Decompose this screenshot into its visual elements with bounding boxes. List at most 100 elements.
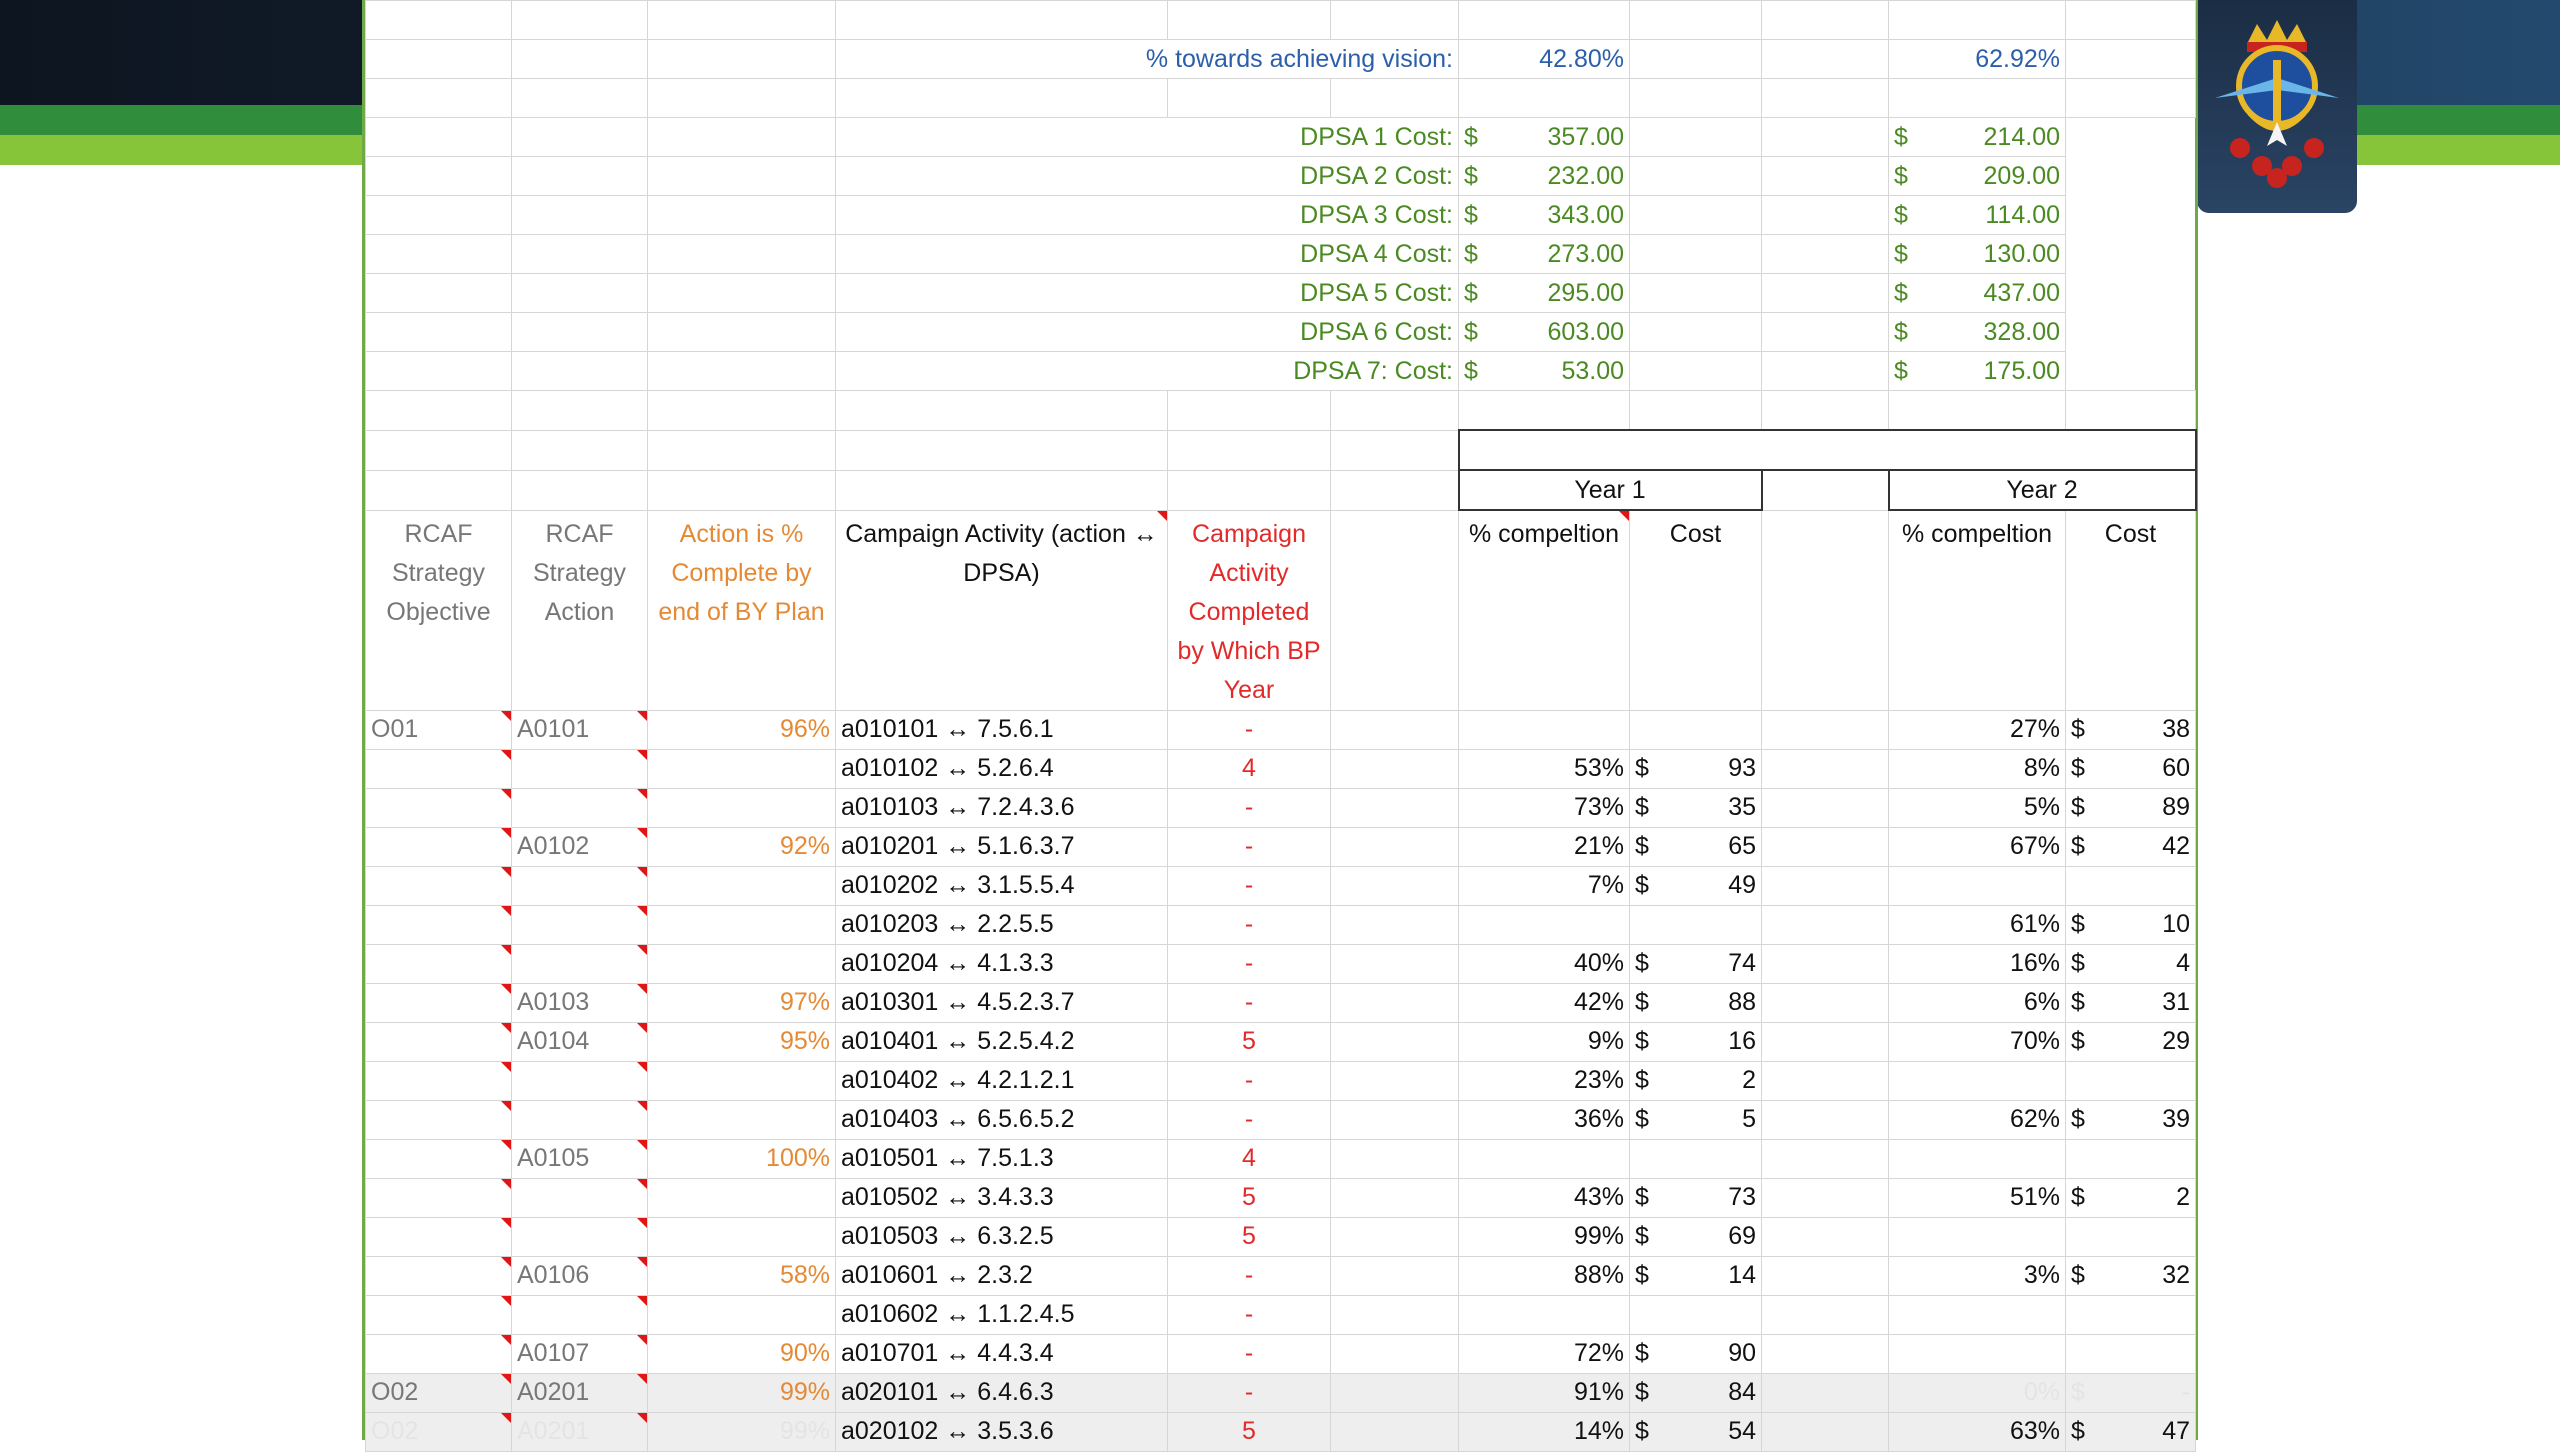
empty-cell xyxy=(1330,509,1459,711)
cell-y1-cost: $2 xyxy=(1629,1060,1762,1101)
dpsa-year1-cost: $53.00 xyxy=(1458,351,1630,391)
dpsa-year1-cost: $232.00 xyxy=(1458,156,1630,196)
cell-y2-cost-wrap: $42 xyxy=(2071,832,2190,861)
cell-y2-cost: $39 xyxy=(2065,1099,2196,1140)
currency-symbol: $ xyxy=(2071,1417,2085,1445)
dpsa-year1-cost-value: 273.00 xyxy=(1547,239,1624,268)
cell-action: A0102 xyxy=(511,826,648,867)
table-row[interactable]: A0103 97% a010301 ↔ 4.5.2.3.7-42% $88 6% $31 xyxy=(365,982,2196,1023)
cell-pct-complete: 99% xyxy=(647,1372,836,1413)
vision-row: % towards achieving vision: 42.80% 62.92… xyxy=(365,39,2196,79)
cell-action: A0105 xyxy=(511,1138,648,1179)
dpsa-year2-cost-wrap: $214.00 xyxy=(1894,123,2060,152)
cell-y1-cost-wrap: $90 xyxy=(1635,1339,1756,1368)
currency-symbol: $ xyxy=(1464,278,1478,307)
header-y1-pct: % compeltion xyxy=(1458,509,1630,711)
table-row[interactable]: a010103 ↔ 7.2.4.3.6-73% $35 5% $89 xyxy=(365,787,2196,828)
empty-cell xyxy=(1167,429,1331,471)
cell-action: A0101 xyxy=(511,709,648,750)
cell-y1-cost: $88 xyxy=(1629,982,1762,1023)
dpsa-year2-cost-value: 214.00 xyxy=(1983,122,2060,151)
empty-cell xyxy=(647,195,836,235)
cell-y2-pct: 27% xyxy=(1888,709,2066,750)
cell-y1-cost xyxy=(1629,1138,1762,1179)
currency-symbol: $ xyxy=(1894,161,1908,190)
currency-symbol: $ xyxy=(1894,200,1908,229)
currency-symbol: $ xyxy=(2071,949,2085,977)
table-row[interactable]: a010402 ↔ 4.2.1.2.1- 23% $2 xyxy=(365,1060,2196,1101)
cell-objective xyxy=(365,1216,512,1257)
table-row[interactable]: a010203 ↔ 2.2.5.5- 61% $10 xyxy=(365,904,2196,945)
empty-cell xyxy=(835,469,1168,511)
table-row[interactable]: a010202 ↔ 3.1.5.5.4- 7% $49 xyxy=(365,865,2196,906)
currency-symbol: $ xyxy=(1635,1222,1649,1250)
table-row[interactable]: O02 A0201 99% a020101 ↔ 6.4.6.3-91% $84 0% $ - xyxy=(365,1372,2196,1413)
cell-y1-pct: 73% xyxy=(1458,787,1630,828)
cell-y2-cost: $ - xyxy=(2065,1372,2196,1413)
empty-cell xyxy=(647,117,836,157)
cell-completed-by: - xyxy=(1167,1372,1331,1413)
cell-y2-cost-value: 31 xyxy=(2162,988,2190,1016)
currency-symbol: $ xyxy=(2071,988,2085,1016)
header-y2-cost: Cost xyxy=(2065,509,2196,711)
cell-objective: O01 xyxy=(365,709,512,750)
cell-campaign: a010503 ↔ 6.3.2.5 xyxy=(835,1216,1168,1257)
table-row[interactable]: A0107 90% a010701 ↔ 4.4.3.4- 72% $90 xyxy=(365,1333,2196,1374)
table-row[interactable]: a010102 ↔ 5.2.6.4 4 53% $93 8% $60 xyxy=(365,748,2196,789)
cell-completed-by: - xyxy=(1167,943,1331,984)
cell-y1-cost-wrap: $93 xyxy=(1635,754,1756,783)
cell-y1-pct: 14% xyxy=(1458,1411,1630,1452)
cell-y1-cost-wrap: $65 xyxy=(1635,832,1756,861)
table-row[interactable]: A0102 92% a010201 ↔ 5.1.6.3.7-21% $65 67% $42 xyxy=(365,826,2196,867)
currency-symbol: $ xyxy=(2071,715,2085,743)
cell-y1-cost xyxy=(1629,709,1762,750)
dpsa-year1-cost-value: 232.00 xyxy=(1547,161,1624,190)
empty-cell xyxy=(1761,195,1889,235)
empty-cell xyxy=(1761,156,1889,196)
table-row[interactable]: a010602 ↔ 1.1.2.4.5- xyxy=(365,1294,2196,1335)
cell-y2-cost-value: 89 xyxy=(2162,793,2190,821)
cell-campaign: a010502 ↔ 3.4.3.3 xyxy=(835,1177,1168,1218)
spreadsheet: % towards achieving vision: 42.80% 62.92… xyxy=(362,0,2198,1452)
table-row[interactable]: a010503 ↔ 6.3.2.5 5 99% $69 xyxy=(365,1216,2196,1257)
cell-y2-cost-value: 32 xyxy=(2162,1261,2190,1289)
cell-y2-cost-wrap: $47 xyxy=(2071,1417,2190,1446)
cell-completed-by: - xyxy=(1167,1333,1331,1374)
table-row[interactable]: A0104 95% a010401 ↔ 5.2.5.4.2 5 9% $16 70% $29 xyxy=(365,1021,2196,1062)
dpsa-year2-cost: $130.00 xyxy=(1888,234,2066,274)
empty-cell xyxy=(1761,469,1889,511)
currency-symbol: $ xyxy=(2071,1027,2085,1055)
cell-y1-cost: $69 xyxy=(1629,1216,1762,1257)
table-row[interactable]: A0106 58% a010601 ↔ 2.3.2-88% $14 3% $32 xyxy=(365,1255,2196,1296)
currency-symbol: $ xyxy=(1894,239,1908,268)
currency-symbol: $ xyxy=(2071,1261,2085,1289)
currency-symbol: $ xyxy=(1464,239,1478,268)
cell-pct-complete: 99% xyxy=(647,1411,836,1452)
table-row[interactable]: O01 A0101 96% a010101 ↔ 7.5.6.1- 27% $38 xyxy=(365,709,2196,750)
empty-cell xyxy=(365,429,512,471)
dpsa-year1-cost-wrap: $603.00 xyxy=(1464,318,1624,347)
dpsa-year1-cost-wrap: $232.00 xyxy=(1464,162,1624,191)
cell-completed-by: - xyxy=(1167,1099,1331,1140)
empty-cell xyxy=(835,390,1168,431)
empty-cell xyxy=(1330,904,1459,945)
cell-y1-cost: $35 xyxy=(1629,787,1762,828)
table-row[interactable]: O02 A0201 99% a020102 ↔ 3.5.3.6 5 14% $54 63% $4… xyxy=(365,1411,2196,1452)
table-row[interactable]: a010403 ↔ 6.5.6.5.2-36% $5 62% $39 xyxy=(365,1099,2196,1140)
empty-cell xyxy=(511,351,648,391)
cell-y2-cost: $38 xyxy=(2065,709,2196,750)
cell-y2-pct: 3% xyxy=(1888,1255,2066,1296)
dpsa-row: DPSA 2 Cost: $232.00 $209.00 xyxy=(365,156,2196,196)
table-row[interactable]: A0105 100% a010501 ↔ 7.5.1.3 4 xyxy=(365,1138,2196,1179)
cell-y1-cost-value: 49 xyxy=(1728,871,1756,899)
cell-y1-pct: 23% xyxy=(1458,1060,1630,1101)
cell-y1-cost-value: 2 xyxy=(1742,1066,1756,1094)
cell-action xyxy=(511,1216,648,1257)
table-row[interactable]: a010502 ↔ 3.4.3.3 5 43% $73 51% $2 xyxy=(365,1177,2196,1218)
cell-completed-by: 4 xyxy=(1167,1138,1331,1179)
cell-y2-pct: 8% xyxy=(1888,748,2066,789)
cell-y2-cost-wrap: $89 xyxy=(2071,793,2190,822)
table-row[interactable]: a010204 ↔ 4.1.3.3-40% $74 16% $4 xyxy=(365,943,2196,984)
cell-y1-cost: $14 xyxy=(1629,1255,1762,1296)
currency-symbol: $ xyxy=(1894,122,1908,151)
